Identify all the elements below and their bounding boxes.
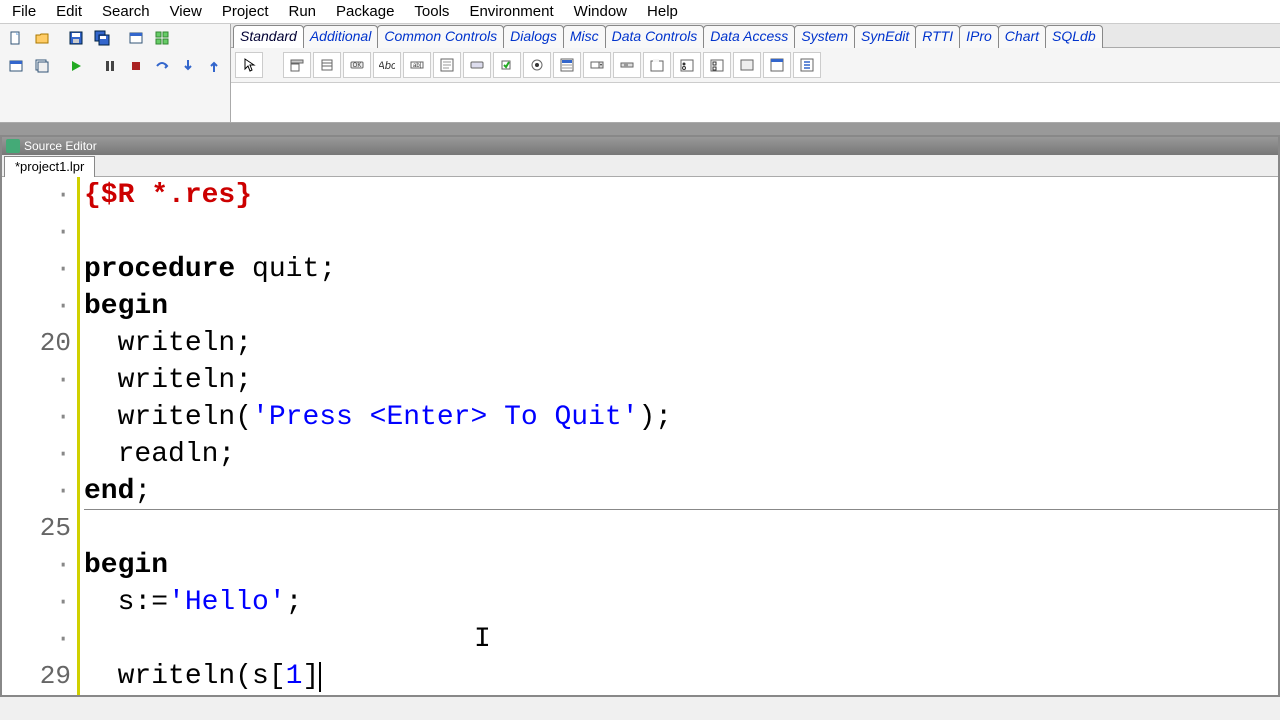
save-button[interactable] (64, 27, 88, 49)
palette-pointer[interactable] (235, 52, 263, 78)
svg-text:Abc: Abc (379, 60, 395, 72)
tab-dialogs[interactable]: Dialogs (503, 25, 564, 48)
menu-project[interactable]: Project (212, 1, 279, 22)
stop-button[interactable] (124, 55, 148, 77)
palette-button[interactable]: OK (343, 52, 371, 78)
source-editor-window: Source Editor *project1.lpr 20 25 29 {$R… (0, 135, 1280, 697)
menu-environment[interactable]: Environment (459, 1, 563, 22)
palette-checkgroup[interactable] (703, 52, 731, 78)
tab-common-controls[interactable]: Common Controls (377, 25, 504, 48)
tab-chart[interactable]: Chart (998, 25, 1046, 48)
tab-misc[interactable]: Misc (563, 25, 606, 48)
tab-ipro[interactable]: IPro (959, 25, 999, 48)
palette-combobox[interactable] (583, 52, 611, 78)
code-editor[interactable]: 20 25 29 {$R *.res} procedure quit; begi… (2, 177, 1278, 695)
text-cursor-icon: I (474, 621, 491, 658)
editor-tab-project1[interactable]: *project1.lpr (4, 156, 95, 177)
palette-radiogroup[interactable] (673, 52, 701, 78)
menu-edit[interactable]: Edit (46, 1, 92, 22)
palette-frame[interactable] (763, 52, 791, 78)
menu-package[interactable]: Package (326, 1, 404, 22)
tab-data-controls[interactable]: Data Controls (605, 25, 705, 48)
menu-tools[interactable]: Tools (404, 1, 459, 22)
menubar: File Edit Search View Project Run Packag… (0, 0, 1280, 24)
pause-button[interactable] (98, 55, 122, 77)
new-form-button[interactable] (124, 27, 148, 49)
svg-text:OK: OK (353, 63, 362, 69)
step-into-button[interactable] (176, 55, 200, 77)
palette-edit[interactable]: ab| (403, 52, 431, 78)
menu-run[interactable]: Run (279, 1, 327, 22)
toggle-form-unit-button[interactable] (30, 55, 54, 77)
editor-titlebar[interactable]: Source Editor (2, 137, 1278, 155)
tab-data-access[interactable]: Data Access (703, 25, 795, 48)
tab-additional[interactable]: Additional (303, 25, 379, 48)
palette-scrollbar[interactable] (613, 52, 641, 78)
tab-synedit[interactable]: SynEdit (854, 25, 916, 48)
step-over-button[interactable] (150, 55, 174, 77)
open-button[interactable] (30, 27, 54, 49)
tab-standard[interactable]: Standard (233, 25, 304, 48)
menu-help[interactable]: Help (637, 1, 688, 22)
tab-rtti[interactable]: RTTI (915, 25, 960, 48)
palette-listbox[interactable] (553, 52, 581, 78)
new-unit-button[interactable] (4, 27, 28, 49)
palette-panel[interactable] (733, 52, 761, 78)
menu-file[interactable]: File (2, 1, 46, 22)
editor-title: Source Editor (24, 139, 97, 153)
edit-caret (319, 662, 321, 692)
editor-icon (6, 139, 20, 153)
menu-view[interactable]: View (160, 1, 212, 22)
palette-memo[interactable] (433, 52, 461, 78)
component-tabs: Standard Additional Common Controls Dial… (231, 24, 1280, 48)
gutter[interactable]: 20 25 29 (2, 177, 80, 695)
new-form2-button[interactable] (4, 55, 28, 77)
palette-label[interactable]: Abc (373, 52, 401, 78)
palette-radiobutton[interactable] (523, 52, 551, 78)
save-all-button[interactable] (90, 27, 114, 49)
component-palette: OK Abc ab| (231, 48, 1280, 82)
editor-tabs: *project1.lpr (2, 155, 1278, 177)
menu-search[interactable]: Search (92, 1, 160, 22)
palette-mainmenu[interactable] (283, 52, 311, 78)
run-button[interactable] (64, 55, 88, 77)
tab-system[interactable]: System (794, 25, 855, 48)
step-out-button[interactable] (202, 55, 226, 77)
palette-actionlist[interactable] (793, 52, 821, 78)
palette-groupbox[interactable] (643, 52, 671, 78)
code-lines[interactable]: {$R *.res} procedure quit; begin writeln… (80, 177, 1278, 695)
view-units-button[interactable] (150, 27, 174, 49)
palette-checkbox[interactable] (493, 52, 521, 78)
palette-togglebox[interactable] (463, 52, 491, 78)
svg-text:ab|: ab| (413, 63, 422, 69)
tab-sqldb[interactable]: SQLdb (1045, 25, 1103, 48)
menu-window[interactable]: Window (564, 1, 637, 22)
palette-popupmenu[interactable] (313, 52, 341, 78)
toolbar-area: Standard Additional Common Controls Dial… (0, 24, 1280, 123)
